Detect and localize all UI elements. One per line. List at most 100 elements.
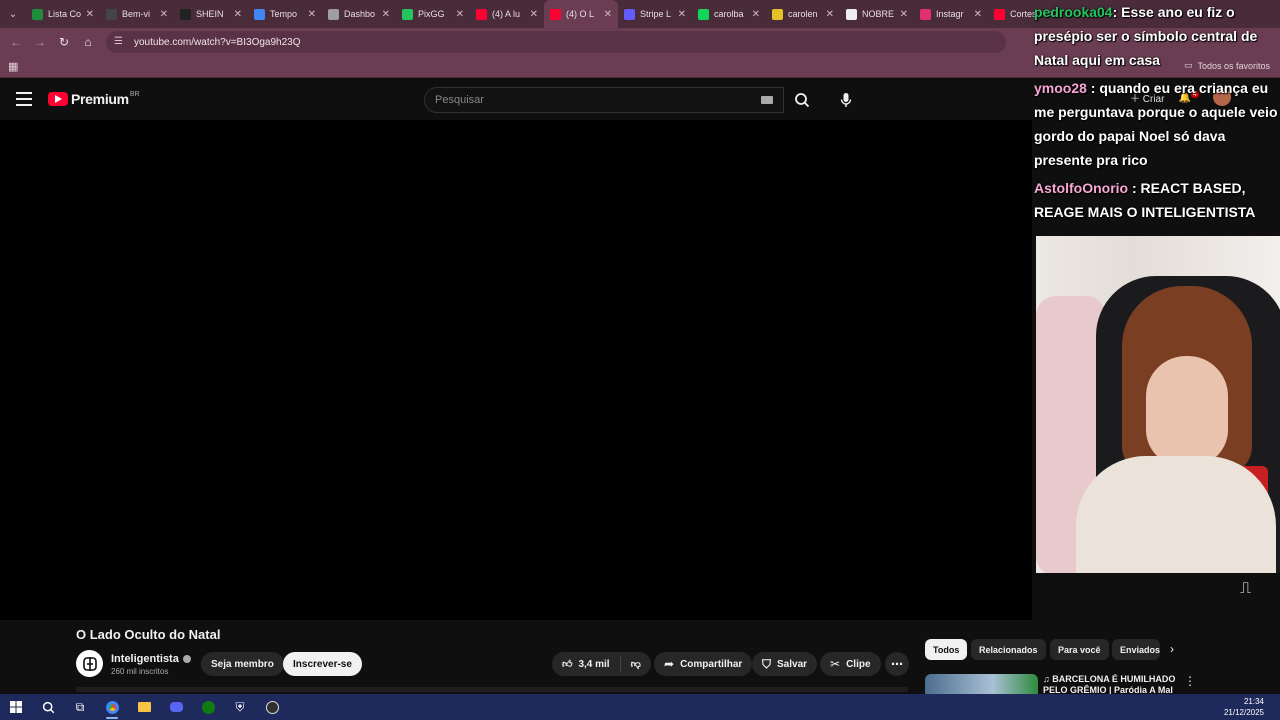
keyboard-icon[interactable] xyxy=(761,96,773,104)
home-icon[interactable]: ⌂ xyxy=(76,30,100,54)
tab-label: (4) O L xyxy=(566,9,595,19)
browser-tab[interactable]: Bem-vi ✕ xyxy=(100,0,174,28)
clock-date: 21/12/2025 xyxy=(1223,708,1264,717)
like-button[interactable]: 👍︎ 3,4 mil xyxy=(552,656,621,672)
tab-favicon-icon xyxy=(920,8,931,20)
tab-close-icon[interactable]: ✕ xyxy=(456,9,464,20)
recommendation-title[interactable]: ♫ BARCELONA É HUMILHADO PELO GRÊMIO | Pa… xyxy=(1043,674,1178,694)
filter-chip[interactable]: Relacionados xyxy=(971,639,1046,660)
browser-tab[interactable]: NOBRE ✕ xyxy=(840,0,914,28)
tab-close-icon[interactable]: ✕ xyxy=(86,9,94,20)
recommendation-thumbnail[interactable] xyxy=(925,674,1038,694)
tab-close-icon[interactable]: ✕ xyxy=(382,9,390,20)
reload-icon[interactable]: ↻ xyxy=(52,30,76,54)
filter-chip[interactable]: Enviados xyxy=(1112,639,1160,660)
tab-favicon-icon xyxy=(254,8,265,20)
channel-avatar[interactable] xyxy=(76,650,103,677)
search-input[interactable]: Pesquisar xyxy=(424,87,784,113)
tab-close-icon[interactable]: ✕ xyxy=(974,9,982,20)
channel-name[interactable]: Inteligentista xyxy=(111,653,191,665)
tab-close-icon[interactable]: ✕ xyxy=(604,9,612,20)
like-count: 3,4 mil xyxy=(578,658,610,670)
scissors-icon: ✂ xyxy=(830,657,841,671)
chat-username: pedrooka04 xyxy=(1034,4,1113,20)
tab-close-icon[interactable]: ✕ xyxy=(530,9,538,20)
browser-tab[interactable]: Tempo ✕ xyxy=(248,0,322,28)
tab-favicon-icon xyxy=(32,8,43,20)
tab-label: Instagr xyxy=(936,9,964,19)
system-clock[interactable]: 21:34 21/12/2025 xyxy=(1224,696,1264,718)
dislike-button[interactable]: 👎︎ xyxy=(621,658,651,670)
fullscreen-icon[interactable]: ⎍ xyxy=(1240,580,1256,600)
clock-time: 21:34 xyxy=(1243,697,1264,706)
address-text: youtube.com/watch?v=BI3Oga9h23Q xyxy=(134,36,301,48)
share-button[interactable]: ➦ Compartilhar xyxy=(654,652,753,676)
discord-icon[interactable] xyxy=(160,694,192,720)
youtube-play-icon xyxy=(48,92,68,106)
tab-close-icon[interactable]: ✕ xyxy=(678,9,686,20)
browser-tab[interactable]: PixGG ✕ xyxy=(396,0,470,28)
menu-icon[interactable] xyxy=(16,92,32,106)
save-label: Salvar xyxy=(777,658,808,670)
search-button[interactable] xyxy=(784,87,820,113)
voice-search-button[interactable] xyxy=(832,87,860,113)
windows-start-icon[interactable] xyxy=(0,694,32,720)
tab-close-icon[interactable]: ✕ xyxy=(752,9,760,20)
chat-message: AstolfoOnorio : REACT BASED, REAGE MAIS … xyxy=(1032,176,1280,224)
chat-username: ymoo28 xyxy=(1034,80,1087,96)
share-label: Compartilhar xyxy=(680,658,743,670)
tab-favicon-icon xyxy=(772,8,783,20)
verified-icon xyxy=(182,655,191,664)
join-button[interactable]: Seja membro xyxy=(201,652,284,676)
tab-close-icon[interactable]: ✕ xyxy=(826,9,834,20)
tab-label: Lista Co xyxy=(48,9,82,19)
stream-chat-overlay: pedrooka04: Esse ano eu fiz o presépio s… xyxy=(1032,0,1280,236)
apps-grid-icon[interactable]: ▦ xyxy=(8,60,18,73)
chevron-right-icon[interactable]: › xyxy=(1170,642,1174,656)
file-explorer-icon[interactable] xyxy=(128,694,160,720)
browser-tab[interactable]: Stripe L ✕ xyxy=(618,0,692,28)
browser-tab[interactable]: carolba ✕ xyxy=(692,0,766,28)
tab-close-icon[interactable]: ✕ xyxy=(900,9,908,20)
browser-tab[interactable]: carolen ✕ xyxy=(766,0,840,28)
browser-tab[interactable]: (4) A lu ✕ xyxy=(470,0,544,28)
obs-icon[interactable] xyxy=(256,694,288,720)
search-placeholder: Pesquisar xyxy=(435,94,484,106)
subscribe-button[interactable]: Inscrever-se xyxy=(283,652,362,676)
security-shield-icon[interactable]: ⛨ xyxy=(224,694,256,720)
filter-chip[interactable]: Todos xyxy=(925,639,968,660)
tab-label: (4) A lu xyxy=(492,9,521,19)
tab-label: Bem-vi xyxy=(122,9,151,19)
forward-arrow-icon[interactable]: → xyxy=(28,30,52,54)
tab-close-icon[interactable]: ✕ xyxy=(234,9,242,20)
video-player[interactable] xyxy=(0,120,1032,620)
back-arrow-icon[interactable]: ← xyxy=(4,30,28,54)
task-view-icon[interactable]: ⧉ xyxy=(64,694,96,720)
more-actions-icon[interactable]: ⋯ xyxy=(885,652,909,676)
browser-tab[interactable]: Lista Co ✕ xyxy=(26,0,100,28)
site-info-icon[interactable]: ☰ xyxy=(114,36,126,48)
channel-name-text: Inteligentista xyxy=(111,653,179,665)
browser-tab[interactable]: SHEIN ✕ xyxy=(174,0,248,28)
bookmark-icon: ⛉ xyxy=(762,656,772,671)
chat-message: pedrooka04: Esse ano eu fiz o presépio s… xyxy=(1032,0,1280,72)
youtube-logo[interactable]: Premium BR xyxy=(48,91,140,107)
search-icon[interactable] xyxy=(32,694,64,720)
tab-close-icon[interactable]: ✕ xyxy=(308,9,316,20)
tab-search-chevron-icon[interactable]: ⌄ xyxy=(0,0,26,28)
microphone-icon xyxy=(840,93,852,107)
clip-button[interactable]: ✂ Clipe xyxy=(820,652,881,676)
browser-tab[interactable]: (4) O L ✕ xyxy=(544,0,618,28)
windows-taskbar: ⧉ ⛨ 21:34 21/12/2025 xyxy=(0,694,1280,720)
save-button[interactable]: ⛉ Salvar xyxy=(752,652,818,676)
filter-chip[interactable]: Para você xyxy=(1050,639,1109,660)
chrome-icon[interactable] xyxy=(96,694,128,720)
xbox-icon[interactable] xyxy=(192,694,224,720)
tab-close-icon[interactable]: ✕ xyxy=(160,9,168,20)
recommendation-menu-icon[interactable]: ⋮ xyxy=(1184,674,1196,688)
tab-label: carolen xyxy=(788,9,818,19)
tab-label: Tempo xyxy=(270,9,298,19)
browser-tab[interactable]: Instagr ✕ xyxy=(914,0,988,28)
address-bar[interactable]: ☰ youtube.com/watch?v=BI3Oga9h23Q xyxy=(106,31,1006,53)
browser-tab[interactable]: Dashbo ✕ xyxy=(322,0,396,28)
